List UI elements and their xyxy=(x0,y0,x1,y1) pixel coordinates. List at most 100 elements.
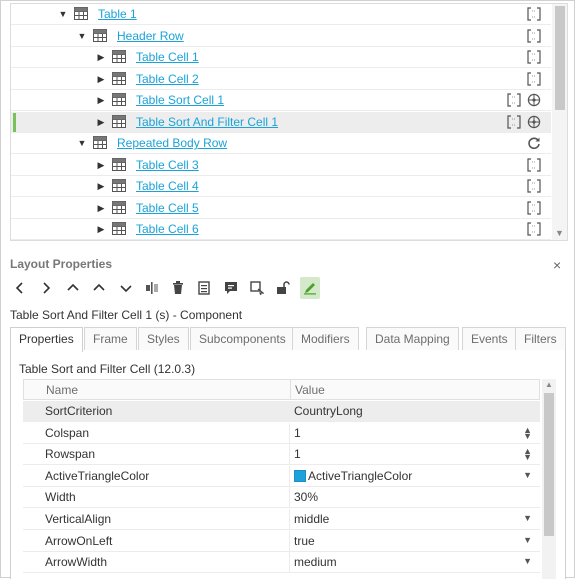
expand-icon[interactable]: ▶ xyxy=(96,95,106,105)
tab-frame[interactable]: Frame xyxy=(84,327,137,351)
tab-data-mapping[interactable]: Data Mapping xyxy=(366,327,459,351)
edit-icon[interactable] xyxy=(300,277,320,299)
scroll-down-icon[interactable]: ▼ xyxy=(555,228,564,238)
bracket-icon[interactable] xyxy=(527,179,541,193)
tree-item-label[interactable]: Table Cell 3 xyxy=(136,158,199,172)
tree-item-label[interactable]: Repeated Body Row xyxy=(117,136,227,150)
tab-subcomponents[interactable]: Subcomponents xyxy=(190,327,295,351)
column-header-name[interactable]: Name xyxy=(46,383,78,397)
tree-row[interactable]: ▶ Table Cell 2 xyxy=(11,69,551,90)
bracket-icon[interactable] xyxy=(527,7,541,21)
grid-scrollbar-thumb[interactable] xyxy=(544,393,554,536)
tree-item-label[interactable]: Table 1 xyxy=(98,7,137,21)
tree-row[interactable]: ▶ Table Sort And Filter Cell 1 xyxy=(11,111,551,133)
property-row[interactable]: ArrowWidth medium ▼ xyxy=(23,552,540,574)
tree-item-label[interactable]: Table Sort And Filter Cell 1 xyxy=(136,115,278,129)
bracket-icon[interactable] xyxy=(527,28,541,43)
tree-row[interactable]: ▼ Repeated Body Row xyxy=(11,133,551,154)
property-value[interactable]: ActiveTriangleColor xyxy=(294,469,412,483)
bracket-icon[interactable] xyxy=(507,93,521,107)
spinner-icon[interactable]: ▲ ▼ xyxy=(523,425,532,440)
tree-row[interactable]: ▶ Table Cell 5 xyxy=(11,198,551,219)
tree-row[interactable]: ▼ Header Row xyxy=(11,26,551,47)
property-value[interactable]: 1 xyxy=(294,447,301,461)
bracket-icon[interactable] xyxy=(527,222,541,236)
expand-icon[interactable]: ▶ xyxy=(96,117,106,127)
property-value[interactable]: 30% xyxy=(294,490,318,504)
select-icon[interactable] xyxy=(247,277,267,299)
chevron-up-icon-2[interactable] xyxy=(89,277,109,299)
align-icon[interactable] xyxy=(142,277,162,299)
property-row[interactable]: Colspan 1 ▲ ▼ xyxy=(23,422,540,444)
expand-icon[interactable]: ▶ xyxy=(96,224,106,234)
refresh-icon[interactable] xyxy=(527,136,541,150)
grid-scrollbar[interactable]: ▲ xyxy=(542,379,556,579)
tree-row[interactable]: ▶ Table Cell 6 xyxy=(11,219,551,240)
tree-scrollbar-thumb[interactable] xyxy=(555,6,565,110)
tree-item-label[interactable]: Table Sort Cell 1 xyxy=(136,93,224,107)
property-row[interactable]: ActiveTriangleColor ActiveTriangleColor ▼ xyxy=(23,465,540,487)
tab-styles[interactable]: Styles xyxy=(138,327,189,351)
chevron-down-icon[interactable] xyxy=(116,277,136,299)
dropdown-icon[interactable]: ▼ xyxy=(523,535,532,544)
comment-icon[interactable] xyxy=(221,277,241,299)
property-value[interactable]: middle xyxy=(294,512,329,526)
tree-row[interactable]: ▶ Table Cell 4 xyxy=(11,176,551,197)
tree-item-label[interactable]: Table Cell 2 xyxy=(136,72,199,86)
bracket-icon[interactable] xyxy=(527,157,541,172)
tree-item-label[interactable]: Header Row xyxy=(117,29,184,43)
chevron-up-icon[interactable] xyxy=(63,277,83,299)
tab-properties[interactable]: Properties xyxy=(10,327,83,352)
color-swatch[interactable] xyxy=(294,469,306,482)
tab-events[interactable]: Events xyxy=(462,327,517,351)
bracket-icon[interactable] xyxy=(507,114,521,129)
expand-icon[interactable]: ▶ xyxy=(96,160,106,170)
column-header-value[interactable]: Value xyxy=(295,383,325,397)
tree-item-label[interactable]: Table Cell 6 xyxy=(136,222,199,236)
tree-row[interactable]: ▼ Table 1 xyxy=(11,4,551,25)
property-value[interactable]: 1 xyxy=(294,426,301,440)
tab-modifiers[interactable]: Modifiers xyxy=(292,327,359,351)
property-name: Rowspan xyxy=(45,447,96,462)
property-row[interactable]: SortCriterion CountryLong xyxy=(23,401,540,422)
target-icon[interactable] xyxy=(527,115,541,129)
expand-icon[interactable]: ▶ xyxy=(96,52,106,62)
bracket-icon[interactable] xyxy=(527,50,541,64)
target-icon[interactable] xyxy=(527,93,541,107)
collapse-icon[interactable]: ▼ xyxy=(77,138,87,148)
tree-item-label[interactable]: Table Cell 5 xyxy=(136,201,199,215)
property-row[interactable]: VerticalAlign middle ▼ xyxy=(23,509,540,530)
unlock-icon[interactable] xyxy=(273,277,293,299)
bracket-icon[interactable] xyxy=(527,71,541,86)
expand-icon[interactable]: ▶ xyxy=(96,74,106,84)
column-divider xyxy=(289,487,290,509)
spinner-icon[interactable]: ▲ ▼ xyxy=(523,447,532,462)
tree-item-label[interactable]: Table Cell 1 xyxy=(136,50,199,64)
property-value[interactable]: medium xyxy=(294,555,337,569)
dropdown-icon[interactable]: ▼ xyxy=(523,557,532,566)
collapse-icon[interactable]: ▼ xyxy=(58,9,68,19)
tree-item-label[interactable]: Table Cell 4 xyxy=(136,179,199,193)
collapse-icon[interactable]: ▼ xyxy=(77,31,87,41)
tree-scrollbar[interactable]: ▼ xyxy=(552,4,567,240)
property-value[interactable]: CountryLong xyxy=(294,404,363,418)
property-row[interactable]: Width 30% xyxy=(23,487,540,509)
tree-row[interactable]: ▶ Table Sort Cell 1 xyxy=(11,90,551,111)
dropdown-icon[interactable]: ▼ xyxy=(523,514,532,523)
chevron-right-icon[interactable] xyxy=(36,277,56,299)
tab-filters[interactable]: Filters xyxy=(515,327,566,351)
expand-icon[interactable]: ▶ xyxy=(96,203,106,213)
close-icon[interactable]: × xyxy=(553,257,561,273)
document-icon[interactable] xyxy=(194,277,214,299)
property-row[interactable]: ArrowOnLeft true ▼ xyxy=(23,530,540,552)
tree-row[interactable]: ▶ Table Cell 1 xyxy=(11,47,551,68)
expand-icon[interactable]: ▶ xyxy=(96,181,106,191)
property-row[interactable]: Rowspan 1 ▲ ▼ xyxy=(23,444,540,466)
property-value[interactable]: true xyxy=(294,534,315,548)
chevron-left-icon[interactable] xyxy=(10,277,30,299)
bracket-icon[interactable] xyxy=(527,200,541,215)
dropdown-icon[interactable]: ▼ xyxy=(523,470,532,479)
trash-icon[interactable] xyxy=(168,277,188,299)
tree-row[interactable]: ▶ Table Cell 3 xyxy=(11,155,551,176)
scroll-up-icon[interactable]: ▲ xyxy=(545,380,553,389)
